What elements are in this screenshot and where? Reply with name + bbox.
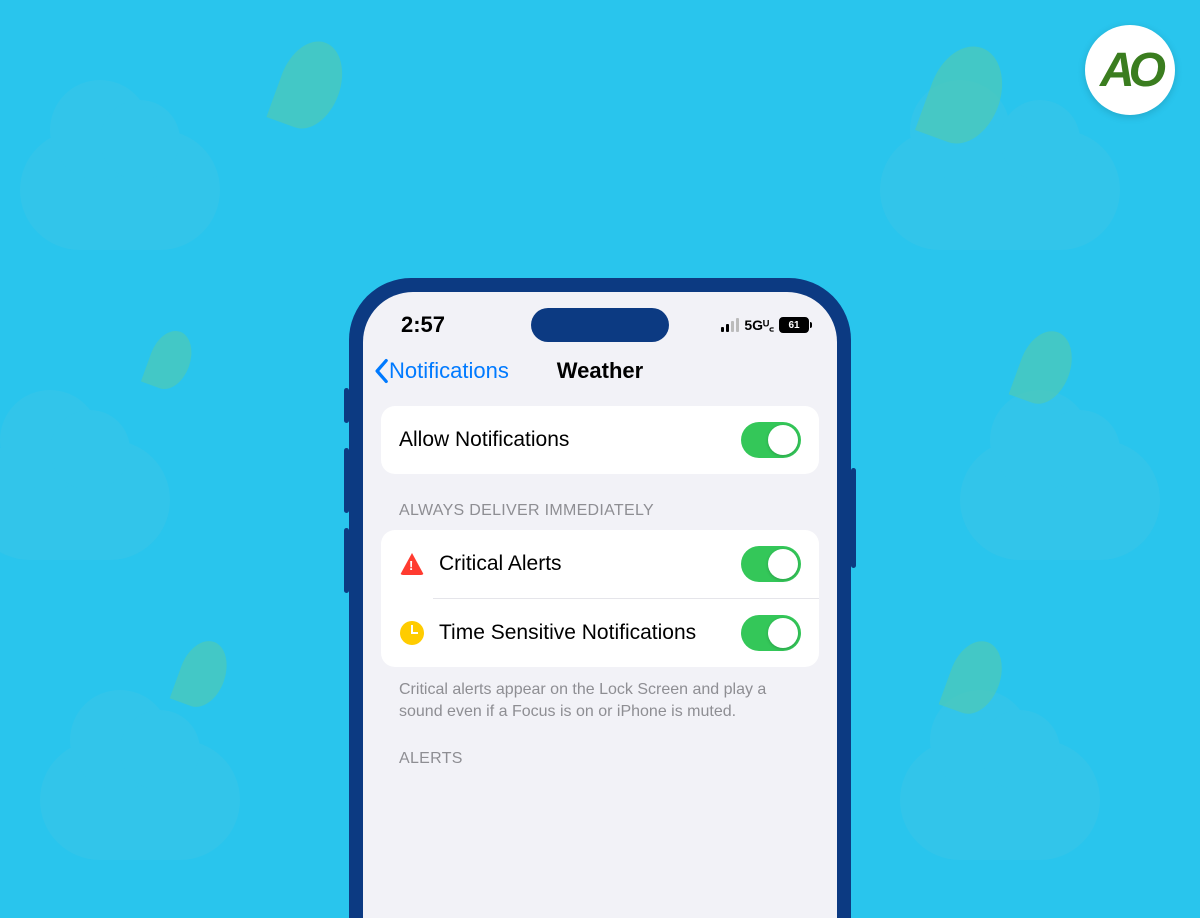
allow-notifications-label: Allow Notifications [399, 428, 727, 452]
dynamic-island [531, 308, 669, 342]
network-label: 5Gᵁ꜀ [744, 316, 774, 335]
bg-cloud [960, 440, 1160, 560]
section-header-alerts: ALERTS [381, 722, 819, 778]
signal-icon [721, 318, 739, 332]
bg-leaf [1009, 324, 1082, 412]
critical-alerts-label: Critical Alerts [439, 552, 727, 576]
critical-alerts-toggle[interactable] [741, 546, 801, 582]
bg-cloud [40, 740, 240, 860]
phone-screen: 2:57 5Gᵁ꜀ 61 Notifications Weather Allow… [363, 292, 837, 918]
side-button [344, 528, 349, 593]
allow-notifications-toggle[interactable] [741, 422, 801, 458]
clock-icon [399, 620, 425, 646]
section-header-always-deliver: ALWAYS DELIVER IMMEDIATELY [381, 474, 819, 530]
phone-frame: 2:57 5Gᵁ꜀ 61 Notifications Weather Allow… [349, 278, 851, 918]
side-button [851, 468, 856, 568]
bg-leaf [141, 325, 199, 395]
warning-triangle-icon [399, 551, 425, 577]
allow-notifications-row[interactable]: Allow Notifications [381, 406, 819, 474]
chevron-left-icon [373, 358, 389, 384]
time-sensitive-label: Time Sensitive Notifications [439, 621, 727, 645]
battery-level: 61 [788, 320, 799, 331]
bg-leaf [266, 32, 353, 137]
back-button[interactable]: Notifications [373, 358, 509, 384]
status-time: 2:57 [401, 312, 445, 338]
time-sensitive-row[interactable]: Time Sensitive Notifications [381, 599, 819, 667]
allow-notifications-group: Allow Notifications [381, 406, 819, 474]
brand-logo-text: AO [1100, 43, 1160, 98]
bg-leaf [170, 634, 236, 713]
bg-cloud [880, 130, 1120, 250]
bg-cloud [900, 740, 1100, 860]
bg-cloud [0, 440, 170, 560]
battery-icon: 61 [779, 317, 809, 333]
deliver-immediately-group: Critical Alerts Time Sensitive Notificat… [381, 530, 819, 667]
bg-cloud [20, 130, 220, 250]
page-title: Weather [557, 358, 643, 384]
nav-bar: Notifications Weather [363, 350, 837, 398]
side-button [344, 388, 349, 423]
critical-alerts-row[interactable]: Critical Alerts [381, 530, 819, 598]
time-sensitive-toggle[interactable] [741, 615, 801, 651]
side-button [344, 448, 349, 513]
status-right: 5Gᵁ꜀ 61 [721, 316, 809, 335]
settings-content: Allow Notifications ALWAYS DELIVER IMMED… [363, 398, 837, 778]
back-label: Notifications [389, 358, 509, 384]
brand-logo: AO [1085, 25, 1175, 115]
section-footer-critical: Critical alerts appear on the Lock Scree… [381, 667, 819, 722]
